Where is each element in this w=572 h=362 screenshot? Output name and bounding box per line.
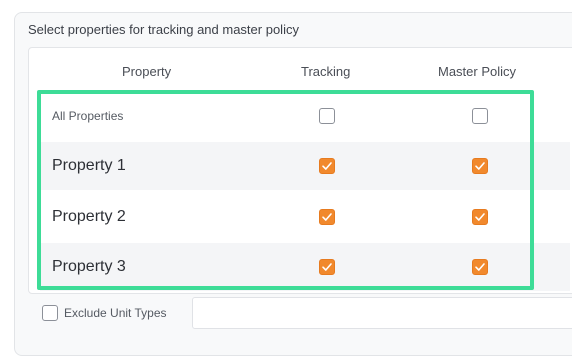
column-header-master-policy: Master Policy — [438, 64, 517, 79]
column-header-tracking: Tracking — [301, 64, 351, 79]
section-title: Select properties for tracking and maste… — [28, 22, 299, 37]
exclude-unit-types-label: Exclude Unit Types — [64, 306, 167, 320]
highlight-box — [37, 90, 534, 290]
exclude-unit-types-option[interactable]: Exclude Unit Types — [42, 305, 167, 321]
column-header-property: Property — [122, 64, 172, 79]
unit-types-input[interactable] — [192, 297, 572, 329]
exclude-unit-types-checkbox[interactable] — [42, 305, 58, 321]
